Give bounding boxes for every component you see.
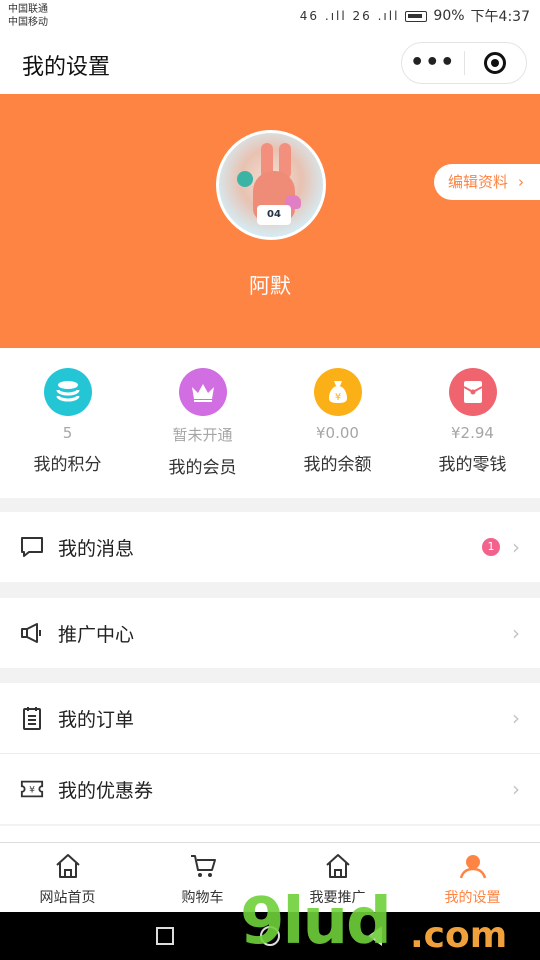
stat-value: 5	[62, 424, 73, 442]
recent-apps-icon[interactable]	[156, 927, 174, 945]
home-icon	[55, 854, 80, 878]
svg-text:¥: ¥	[334, 392, 340, 403]
coupon-icon: ¥	[20, 777, 44, 801]
stat-label: 我的积分	[33, 455, 102, 475]
nickname: 阿默	[249, 274, 291, 298]
battery-percent: 90%	[433, 8, 465, 24]
profile-banner: 04 阿默 编辑资料 ›	[0, 94, 540, 348]
avatar-balloon	[237, 171, 253, 187]
stat-membership[interactable]: 暂未开通 我的会员	[135, 348, 270, 498]
status-bar: 中国联通 中国移动 46 .ıll 26 .ıll 90% 下午4:37	[0, 0, 540, 30]
menu-item-partial	[0, 826, 540, 842]
megaphone-icon	[20, 621, 44, 645]
chevron-right-icon: ›	[512, 621, 520, 645]
menu-label: 我的订单	[58, 708, 135, 731]
cart-icon	[190, 855, 216, 877]
chat-bubble-icon	[20, 535, 44, 559]
tab-settings[interactable]: 我的设置	[405, 843, 540, 912]
carrier-info: 中国联通 中国移动	[8, 3, 48, 29]
account-stats: 5 我的积分 暂未开通 我的会员 ¥ ¥0.00 我的余额 ¥2.94 我的零钱	[0, 348, 540, 498]
carrier-1: 中国联通	[8, 4, 48, 15]
money-bag-icon: ¥	[313, 368, 362, 416]
stat-label: 我的余额	[303, 455, 372, 475]
red-envelope-icon	[448, 368, 497, 416]
home-icon	[325, 854, 350, 878]
menu-item-orders[interactable]: 我的订单 ›	[0, 683, 540, 753]
close-button[interactable]	[464, 52, 526, 74]
battery-icon	[405, 10, 428, 22]
edit-profile-label: 编辑资料	[447, 173, 508, 191]
chevron-right-icon: ›	[512, 535, 520, 559]
menu-label: 我的优惠券	[58, 779, 154, 802]
crown-icon	[178, 368, 227, 416]
unread-badge: 1	[482, 538, 500, 556]
chevron-right-icon: ›	[512, 706, 520, 730]
menu-label: 推广中心	[58, 623, 135, 646]
chevron-right-icon: ›	[518, 173, 524, 191]
svg-text:¥: ¥	[29, 785, 35, 796]
watermark-suffix: .com	[410, 915, 508, 956]
stat-label: 我的会员	[168, 458, 237, 478]
avatar-shirt: 04	[257, 205, 291, 225]
carrier-2: 中国移动	[8, 17, 48, 28]
tab-label: 网站首页	[39, 890, 96, 906]
stat-value: 暂未开通	[172, 426, 233, 444]
stat-points[interactable]: 5 我的积分	[0, 348, 135, 498]
chevron-right-icon: ›	[512, 777, 520, 801]
navigation-bar: 我的设置 •••	[0, 30, 540, 94]
user-icon	[459, 855, 486, 879]
page-title: 我的设置	[22, 55, 111, 80]
more-menu-button[interactable]: •••	[402, 52, 464, 74]
menu-label: 我的消息	[58, 537, 135, 560]
signal-icons: 46 .ıll 26 .ıll	[299, 9, 400, 23]
clock: 下午4:37	[470, 9, 530, 25]
stat-value: ¥0.00	[316, 424, 359, 442]
mini-program-capsule: •••	[401, 42, 527, 84]
stat-balance[interactable]: ¥ ¥0.00 我的余额	[270, 348, 405, 498]
menu-item-coupons[interactable]: ¥ 我的优惠券 ›	[0, 754, 540, 824]
watermark-logo: 9lud	[240, 885, 392, 959]
stat-value: ¥2.94	[451, 424, 494, 442]
stat-change[interactable]: ¥2.94 我的零钱	[405, 348, 540, 498]
menu-item-messages[interactable]: 我的消息 1 ›	[0, 512, 540, 582]
tab-label: 我的设置	[444, 890, 501, 906]
close-target-icon	[484, 52, 507, 74]
stat-label: 我的零钱	[438, 455, 507, 475]
coins-icon	[43, 368, 92, 416]
avatar[interactable]: 04	[216, 130, 326, 240]
menu-item-promotion[interactable]: 推广中心 ›	[0, 598, 540, 668]
edit-profile-button[interactable]: 编辑资料 ›	[433, 164, 540, 200]
status-right: 46 .ıll 26 .ıll 90% 下午4:37	[300, 6, 530, 26]
clipboard-icon	[20, 706, 44, 730]
tab-home[interactable]: 网站首页	[0, 843, 135, 912]
